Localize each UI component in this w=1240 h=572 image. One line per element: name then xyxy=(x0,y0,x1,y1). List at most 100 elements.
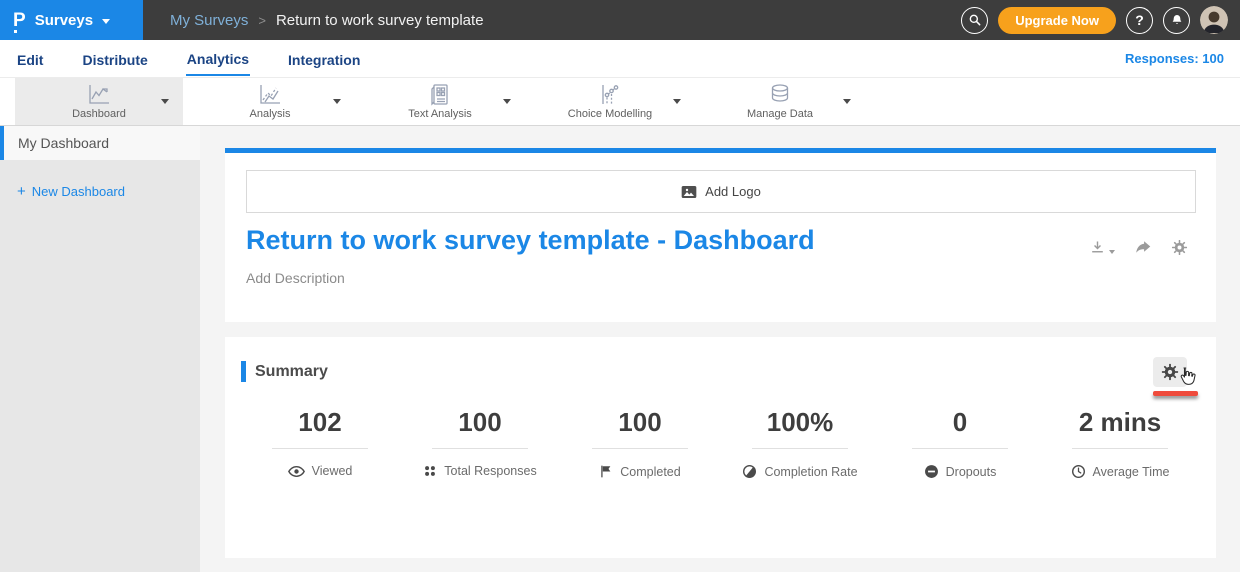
dots-grid-icon xyxy=(423,464,437,478)
stat-completion-rate: 100% Completion Rate xyxy=(720,407,880,479)
toolbar-item-label: Analysis xyxy=(250,108,291,120)
search-icon xyxy=(968,13,982,27)
document-grid-icon xyxy=(427,83,453,107)
dashboard-header-panel: Add Logo Return to work survey template … xyxy=(225,153,1216,322)
summary-settings-button[interactable] xyxy=(1153,357,1187,387)
trend-chart-icon xyxy=(257,83,283,107)
upgrade-now-button[interactable]: Upgrade Now xyxy=(998,7,1116,34)
new-dashboard-label: New Dashboard xyxy=(32,184,125,199)
share-button[interactable] xyxy=(1134,240,1152,256)
chevron-down-icon xyxy=(1109,250,1115,254)
tab-integration[interactable]: Integration xyxy=(287,43,361,75)
stat-label: Total Responses xyxy=(444,464,536,478)
image-icon xyxy=(681,185,697,199)
chevron-down-icon[interactable] xyxy=(503,99,511,104)
stat-value: 100 xyxy=(400,407,560,438)
stat-value: 100 xyxy=(560,407,720,438)
stat-dropouts: 0 Dropouts xyxy=(880,407,1040,479)
flag-icon xyxy=(599,464,613,479)
surveys-product-menu[interactable]: P Surveys xyxy=(0,0,143,40)
chevron-down-icon[interactable] xyxy=(333,99,341,104)
divider xyxy=(592,448,688,449)
avatar-photo xyxy=(1200,6,1228,34)
toolbar-item-choice-modelling[interactable]: Choice Modelling xyxy=(525,78,695,125)
stat-label: Completed xyxy=(620,465,680,479)
dashboard-actions xyxy=(1089,239,1188,256)
divider xyxy=(912,448,1008,449)
tab-analytics[interactable]: Analytics xyxy=(186,42,250,76)
stat-label: Average Time xyxy=(1093,465,1170,479)
user-avatar[interactable] xyxy=(1200,6,1228,34)
eye-icon xyxy=(288,465,305,478)
stat-value: 102 xyxy=(240,407,400,438)
question-mark-icon: ? xyxy=(1135,12,1144,28)
divider xyxy=(272,448,368,449)
search-button[interactable] xyxy=(961,7,988,34)
stat-label: Completion Rate xyxy=(764,465,857,479)
sidebar-item-my-dashboard[interactable]: My Dashboard xyxy=(0,126,200,160)
summary-accent-bar xyxy=(241,361,246,382)
line-chart-icon xyxy=(86,83,112,107)
header-actions: Upgrade Now ? xyxy=(961,6,1228,34)
scatter-chart-icon xyxy=(597,83,623,107)
settings-button[interactable] xyxy=(1171,239,1188,256)
gear-icon xyxy=(1161,363,1179,381)
summary-stats-row: 102 Viewed 100 Total Responses 100 xyxy=(240,407,1200,479)
stat-value: 100% xyxy=(720,407,880,438)
top-header: P Surveys My Surveys > Return to work su… xyxy=(0,0,1240,40)
notifications-button[interactable] xyxy=(1163,7,1190,34)
toolbar-item-manage-data[interactable]: Manage Data xyxy=(695,78,865,125)
toolbar-item-label: Manage Data xyxy=(747,108,813,120)
stat-label: Viewed xyxy=(312,464,353,478)
chevron-down-icon[interactable] xyxy=(673,99,681,104)
stat-label: Dropouts xyxy=(946,465,997,479)
chevron-down-icon xyxy=(102,19,110,24)
survey-nav: Edit Distribute Analytics Integration Re… xyxy=(0,40,1240,78)
toolbar-item-dashboard[interactable]: Dashboard xyxy=(15,78,183,125)
annotation-highlight-bar xyxy=(1153,391,1198,396)
add-description-field[interactable]: Add Description xyxy=(246,270,345,286)
summary-title: Summary xyxy=(255,363,328,381)
stat-average-time: 2 mins Average Time xyxy=(1040,407,1200,479)
breadcrumb-current-page: Return to work survey template xyxy=(276,12,484,29)
gear-icon xyxy=(1171,239,1188,256)
chevron-down-icon[interactable] xyxy=(161,99,169,104)
tab-distribute[interactable]: Distribute xyxy=(81,43,148,75)
toolbar-item-label: Text Analysis xyxy=(408,108,472,120)
stat-value: 2 mins xyxy=(1040,407,1200,438)
bell-icon xyxy=(1170,13,1184,27)
help-button[interactable]: ? xyxy=(1126,7,1153,34)
add-logo-box[interactable]: Add Logo xyxy=(246,170,1196,213)
database-icon xyxy=(767,83,793,107)
clock-icon xyxy=(1071,464,1086,479)
minus-circle-icon xyxy=(924,464,939,479)
chevron-down-icon[interactable] xyxy=(843,99,851,104)
stat-value: 0 xyxy=(880,407,1040,438)
analytics-toolbar: Dashboard Analysis Text Analysis Choice … xyxy=(0,78,1240,126)
app-root: P Surveys My Surveys > Return to work su… xyxy=(0,0,1240,572)
sidebar-item-label: My Dashboard xyxy=(18,135,109,151)
tab-edit[interactable]: Edit xyxy=(16,43,44,75)
dashboard-title[interactable]: Return to work survey template - Dashboa… xyxy=(246,225,815,256)
half-circle-icon xyxy=(742,464,757,479)
breadcrumb-my-surveys-link[interactable]: My Surveys xyxy=(170,12,248,29)
toolbar-item-label: Choice Modelling xyxy=(568,108,652,120)
toolbar-item-text-analysis[interactable]: Text Analysis xyxy=(355,78,525,125)
stat-viewed: 102 Viewed xyxy=(240,407,400,479)
divider xyxy=(432,448,528,449)
divider xyxy=(752,448,848,449)
breadcrumb-separator: > xyxy=(258,13,266,28)
dashboard-sidebar: My Dashboard + New Dashboard xyxy=(0,126,200,572)
product-name: Surveys xyxy=(35,12,93,29)
brand-logo-icon: P xyxy=(13,11,26,30)
toolbar-item-analysis[interactable]: Analysis xyxy=(185,78,355,125)
share-icon xyxy=(1134,240,1152,256)
toolbar-item-label: Dashboard xyxy=(72,108,126,120)
download-icon xyxy=(1089,239,1106,256)
breadcrumb: My Surveys > Return to work survey templ… xyxy=(170,12,484,29)
add-logo-label: Add Logo xyxy=(705,184,761,199)
plus-icon: + xyxy=(17,183,26,200)
new-dashboard-button[interactable]: + New Dashboard xyxy=(17,183,200,200)
download-button[interactable] xyxy=(1089,239,1115,256)
responses-count-link[interactable]: Responses: 100 xyxy=(1125,51,1224,66)
